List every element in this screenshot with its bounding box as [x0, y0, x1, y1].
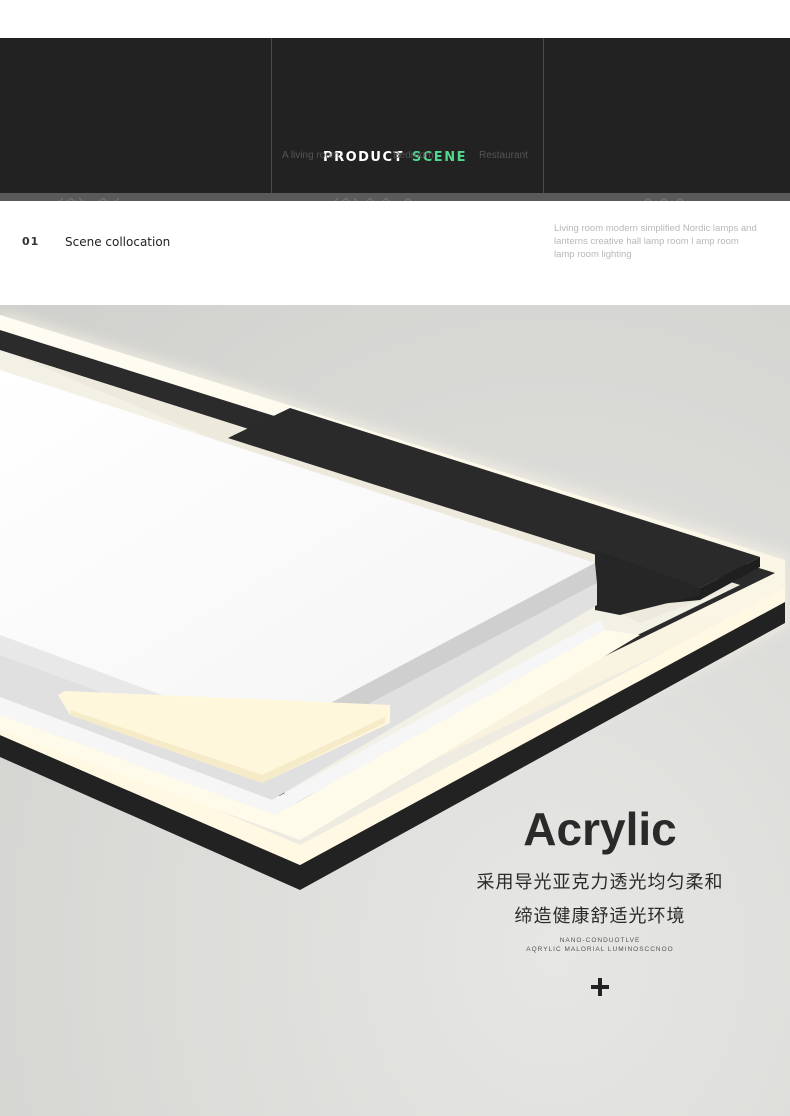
feature-description-line-1: 采用导光亚克力透光均匀柔和 — [476, 872, 724, 893]
scene-title: Scene collocation — [65, 235, 171, 249]
product-photo — [0, 305, 790, 1116]
tab-living-room[interactable]: A living room — [282, 150, 339, 161]
product-scene-banner: PRODUCT SCENE — [0, 38, 790, 193]
feature-subtitle-line-2: AQRYLIC MALORIAL LUMINOSCCNOO — [526, 946, 674, 953]
feature-description-line-2: 缔造健康舒适光环境 — [514, 906, 686, 927]
scene-description: Living room modern simplified Nordic lam… — [554, 223, 757, 260]
tab-restaurant[interactable]: Restaurant — [479, 150, 528, 161]
feature-subtitle-line-1: NANO-CONDUOTLVE — [559, 937, 641, 944]
tab-bedroom[interactable]: Bedroom — [393, 150, 434, 161]
ceiling-lamp-illustration — [0, 310, 790, 890]
plus-icon — [591, 978, 609, 996]
strip-pattern — [59, 197, 684, 201]
feature-headline: Acrylic — [523, 803, 677, 855]
scene-number: 01 — [22, 235, 40, 248]
banner-pattern-strip — [0, 193, 790, 201]
banner-divider-right — [543, 38, 544, 193]
banner-tabs: A living room Bedroom Restaurant — [282, 150, 542, 164]
banner-divider-left — [271, 38, 272, 193]
